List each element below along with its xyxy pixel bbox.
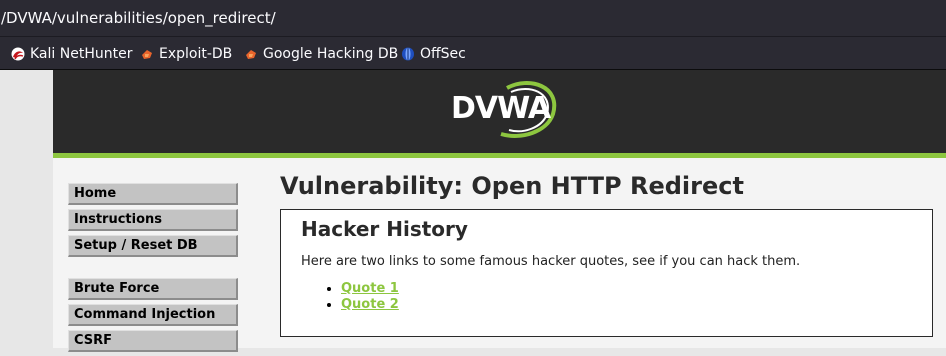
bookmark-label: Google Hacking DB [263,46,399,62]
menu-item-setup-reset-db[interactable]: Setup / Reset DB [68,235,238,257]
bookmark-label: OffSec [420,46,466,62]
dvwa-header: DVWA [53,70,946,158]
page-body: DVWA Home Instructions Setup / Reset DB … [0,70,946,352]
address-bar[interactable]: /DVWA/vulnerabilities/open_redirect/ [0,0,946,37]
section-heading: Hacker History [301,217,468,241]
kali-nethunter-icon [11,47,25,61]
bookmark-exploit-db[interactable]: Exploit-DB [140,44,232,64]
offsec-icon [401,47,415,61]
list-item: Quote 1 [341,281,399,297]
side-menu: Home Instructions Setup / Reset DB Brute… [68,183,238,356]
url-text[interactable]: /DVWA/vulnerabilities/open_redirect/ [1,9,276,27]
exploit-db-icon [140,47,154,61]
bookmark-google-hacking-db[interactable]: Google Hacking DB [244,44,398,64]
quote-1-link[interactable]: Quote 1 [341,281,399,296]
list-item: Quote 2 [341,297,399,313]
bookmark-kali-nethunter[interactable]: Kali NetHunter [11,44,132,64]
bookmark-label: Kali NetHunter [30,46,133,62]
logo-text: DVWA [451,91,551,126]
menu-item-home[interactable]: Home [68,183,238,205]
page-title: Vulnerability: Open HTTP Redirect [280,172,744,200]
vulnerable-code-area: Hacker History Here are two links to som… [280,209,933,337]
bookmarks-toolbar: Kali NetHunter Exploit-DB Google Hacking… [0,37,946,70]
menu-item-brute-force[interactable]: Brute Force [68,278,238,300]
quote-2-link[interactable]: Quote 2 [341,297,399,312]
bookmark-label: Exploit-DB [159,46,233,62]
menu-item-instructions[interactable]: Instructions [68,209,238,231]
menu-separator [68,261,238,278]
quote-link-list: Quote 1 Quote 2 [301,281,399,313]
menu-item-csrf[interactable]: CSRF [68,330,238,352]
dvwa-container: DVWA Home Instructions Setup / Reset DB … [53,70,946,352]
main-body: Vulnerability: Open HTTP Redirect Hacker… [280,169,946,337]
section-description: Here are two links to some famous hacker… [301,254,801,269]
dvwa-logo: DVWA [449,78,559,142]
ghdb-icon [244,47,258,61]
bookmark-offsec[interactable]: OffSec [401,44,466,64]
menu-item-command-injection[interactable]: Command Injection [68,304,238,326]
